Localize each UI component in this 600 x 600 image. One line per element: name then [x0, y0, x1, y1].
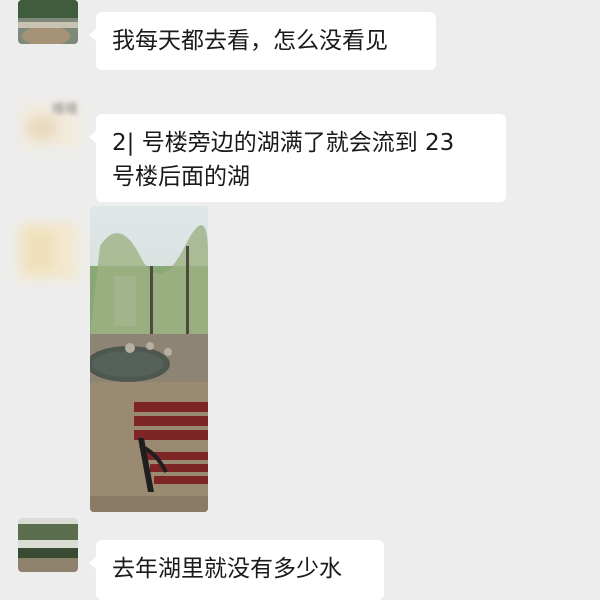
park-photo-icon [90, 206, 208, 512]
message-bubble[interactable]: 2| 号楼旁边的湖满了就会流到 23 号楼后面的湖 [89, 114, 506, 202]
avatar-image-icon [18, 518, 78, 572]
avatar[interactable] [18, 0, 78, 44]
photo-message[interactable] [90, 206, 208, 512]
avatar-image-icon [18, 0, 78, 44]
bubble-tail [89, 28, 97, 42]
message-text: 我每天都去看，怎么没看见 [112, 28, 388, 54]
message-text-line: 2| 号楼旁边的湖满了就会流到 23 [112, 130, 455, 156]
bubble-tail [89, 130, 97, 144]
bubble-tail [89, 556, 97, 570]
avatar[interactable] [18, 518, 78, 572]
sender-name: 维维 [52, 102, 79, 117]
message-text-line: 号楼后面的湖 [112, 164, 250, 190]
timestamp-fragment [120, 0, 180, 4]
avatar-image-icon [18, 222, 78, 280]
message-text: 去年湖里就没有多少水 [112, 556, 342, 582]
message-bubble[interactable]: 去年湖里就没有多少水 [89, 540, 384, 600]
message-bubble[interactable]: 我每天都去看，怎么没看见 [89, 12, 436, 70]
sender-name-fragment [78, 514, 112, 540]
avatar[interactable] [18, 222, 78, 280]
